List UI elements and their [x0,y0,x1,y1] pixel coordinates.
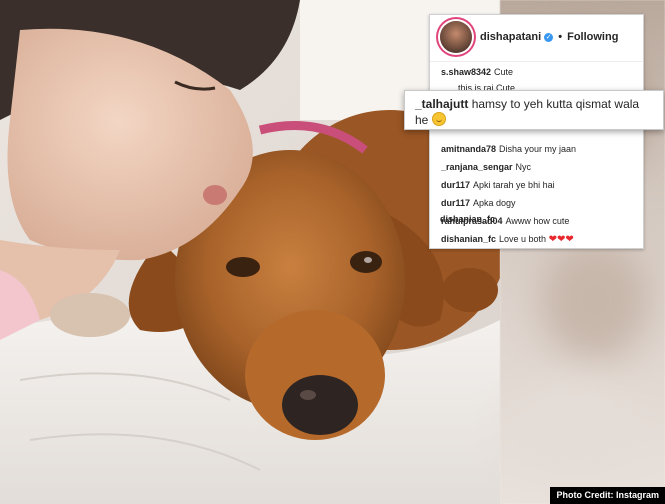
comment-text: Apka dogy [473,198,516,208]
verified-badge-icon: ✓ [544,33,554,42]
post-author: dishapatani ✓ • Following [480,31,618,43]
highlight-username[interactable]: _talhajutt [415,97,468,111]
grinning-emoji-icon [431,112,446,126]
comment-text: Awww how cute [505,216,570,226]
comment-row: dur117 Apki tarah ye bhi hai [441,180,555,190]
comment-row: dishanian_fc [440,214,498,224]
comment-username[interactable]: dur117 [441,180,470,190]
comment-row: amitnanda78 Disha your my jaan [441,144,576,154]
heart-icon: ❤ [548,234,557,245]
heart-icon: ❤ [565,234,574,245]
photo-credit: Photo Credit: Instagram [550,487,665,504]
comment-text: Cute [494,67,514,77]
comment-row: s.shaw8342 Cute [441,67,513,77]
comment-text: Disha your my jaan [499,144,577,154]
comment-text: Apki tarah ye bhi hai [473,180,555,190]
comment-text: Nyc [515,162,532,172]
username-link[interactable]: dishapatani [480,31,541,43]
comment-row: _ranjana_sengar Nyc [441,162,531,172]
comment-row: dur117 Apka dogy [441,198,516,208]
comment-username[interactable]: dishanian_fc [440,214,495,224]
comment-row: dishanian_fc Love u both ❤❤❤ [441,234,574,245]
comment-username[interactable]: dishanian_fc [441,234,496,244]
avatar[interactable] [440,21,472,53]
following-button[interactable]: Following [567,31,618,43]
comment-username[interactable]: _ranjana_sengar [441,162,513,172]
comment-username[interactable]: s.shaw8342 [441,67,491,77]
comment-text: Love u both [499,234,547,244]
highlighted-comment: _talhajutt hamsy to yeh kutta qismat wal… [404,90,664,130]
post-header: dishapatani ✓ • Following [430,15,643,62]
post-photo [0,0,500,504]
comment-username[interactable]: dur117 [441,198,470,208]
separator-dot: • [558,31,563,43]
comment-username[interactable]: amitnanda78 [441,144,496,154]
